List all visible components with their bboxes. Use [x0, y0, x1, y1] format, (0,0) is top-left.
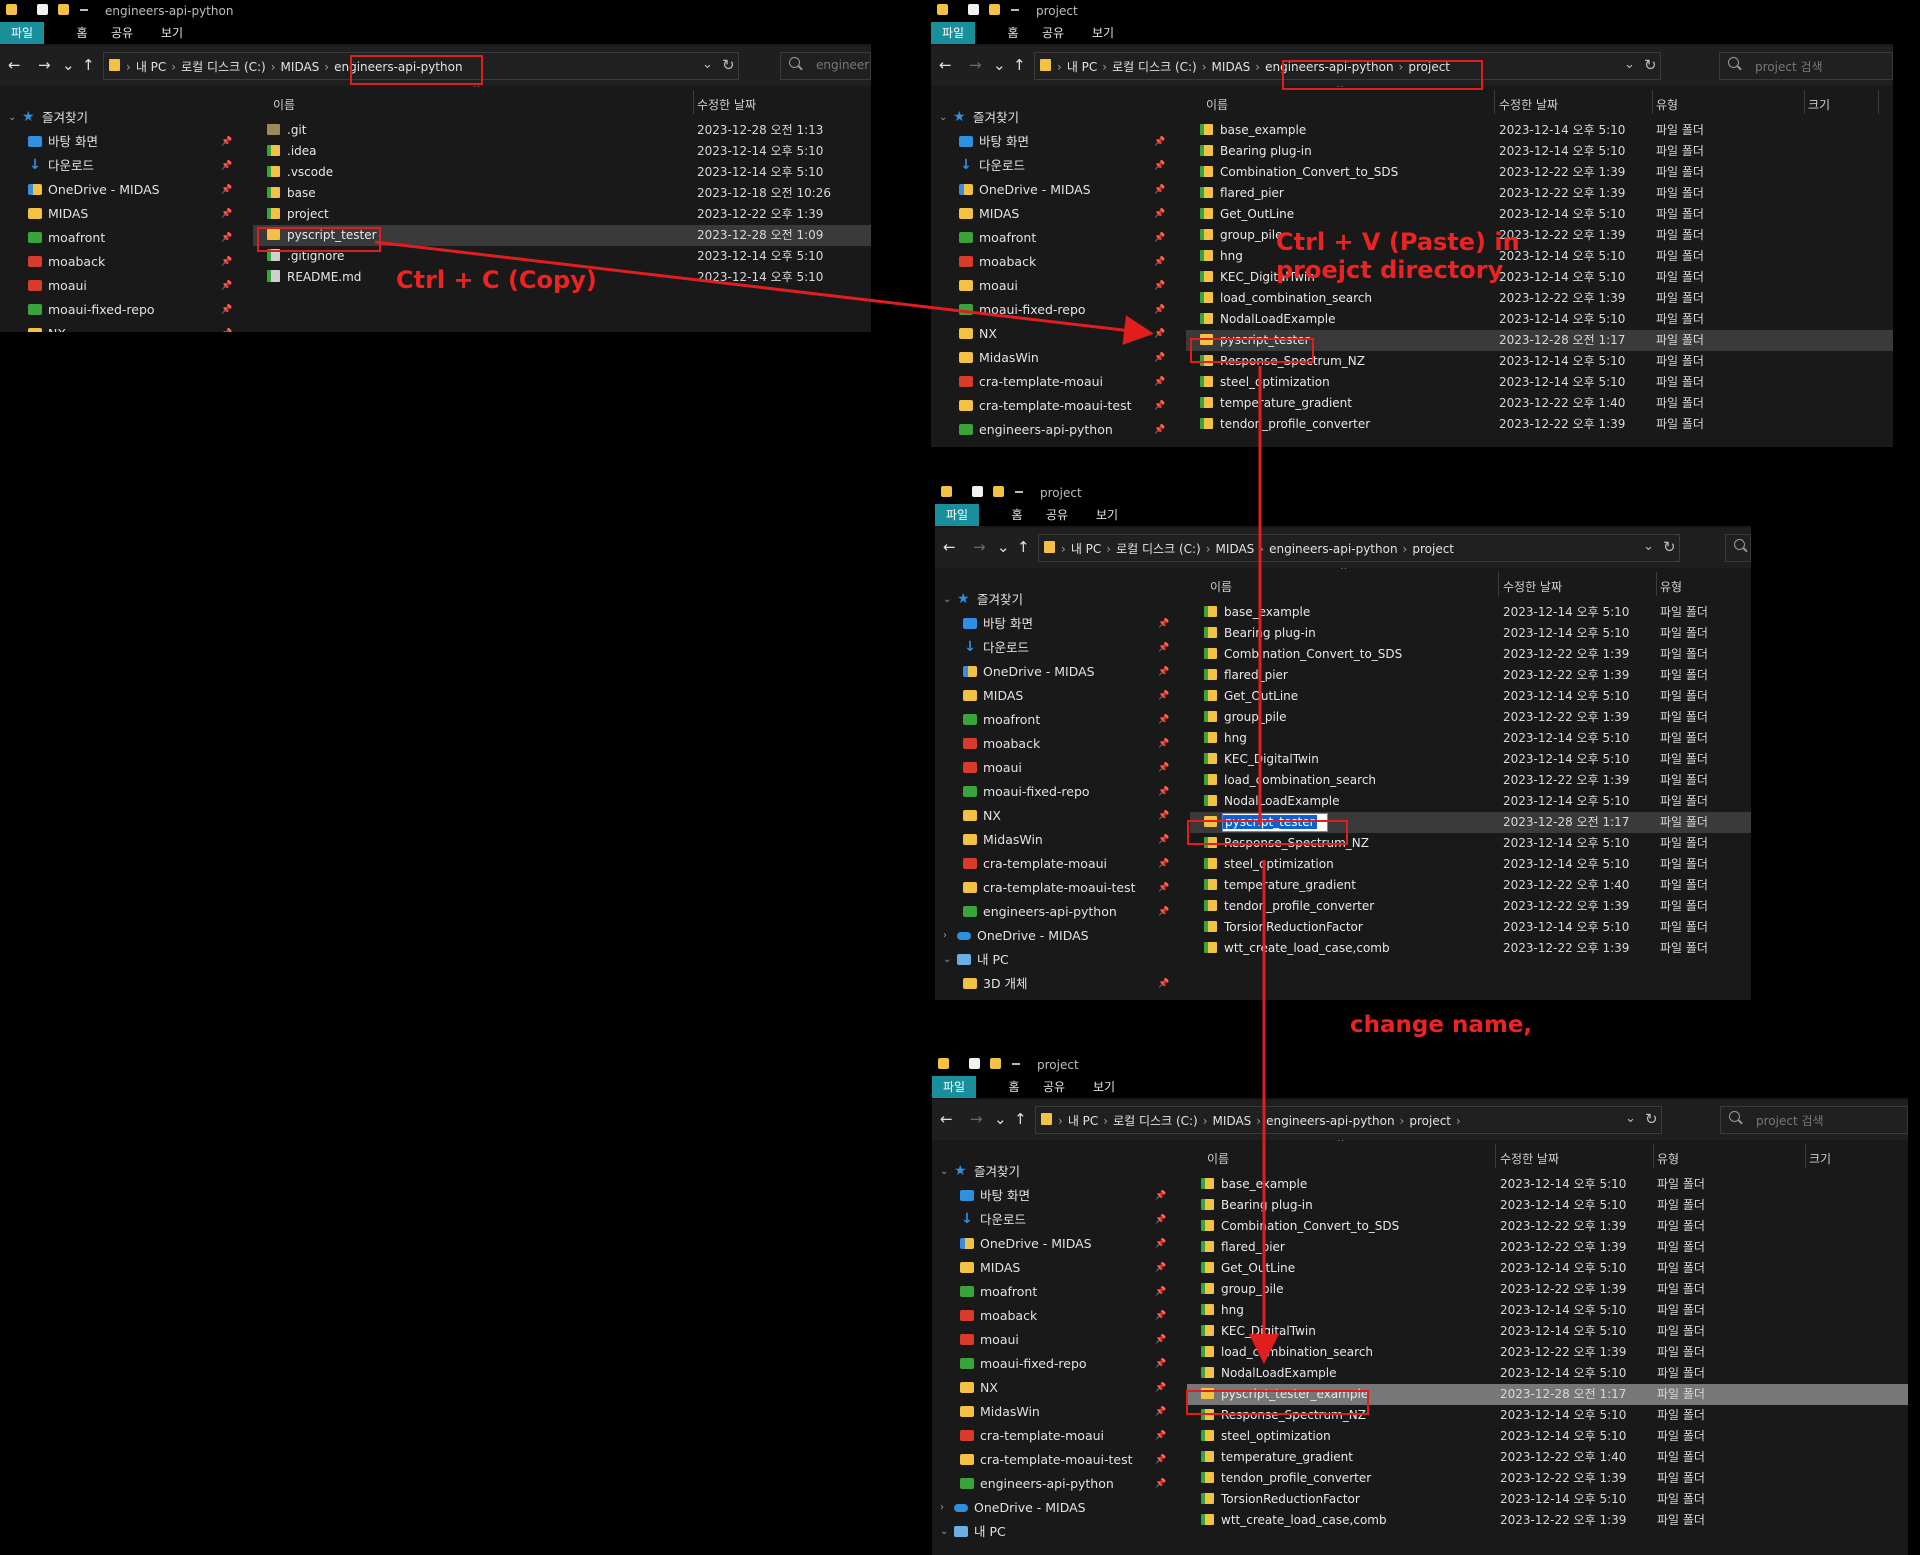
highlight-pyscript-tester-w1 [257, 227, 381, 252]
highlight-pyscript-tester-example-w4 [1186, 1390, 1369, 1415]
paste-annotation-line2: proejct directory [1276, 256, 1504, 284]
highlight-address-w1 [350, 55, 483, 85]
highlight-pyscript-tester-w2 [1190, 338, 1314, 363]
rename-annotation: change name, [1350, 1012, 1533, 1038]
copy-annotation: Ctrl + C (Copy) [396, 266, 597, 294]
highlight-pyscript-tester-w3 [1187, 820, 1348, 845]
highlight-address-w2 [1282, 60, 1483, 90]
paste-annotation-line1: Ctrl + V (Paste) in [1276, 228, 1520, 256]
